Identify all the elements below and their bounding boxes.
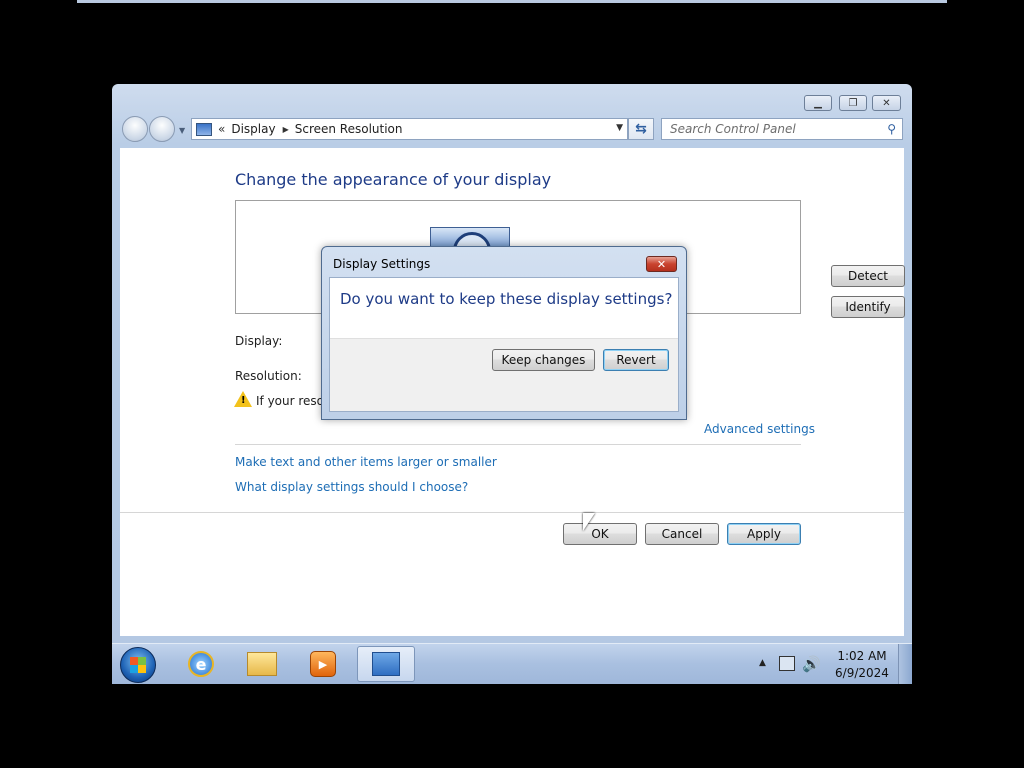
start-button[interactable]: [120, 647, 156, 683]
refresh-icon: ⇆: [635, 121, 647, 137]
resolution-label: Resolution:: [235, 369, 302, 383]
search-box[interactable]: ⚲: [661, 118, 903, 140]
windows-logo-icon: [130, 657, 146, 673]
clock-time[interactable]: 1:02 AM: [832, 649, 892, 663]
forward-button[interactable]: [149, 116, 175, 142]
display-label: Display:: [235, 334, 283, 348]
control-panel-icon: [372, 652, 400, 676]
display-settings-dialog: Display Settings ✕ Do you want to keep t…: [321, 246, 687, 420]
search-icon[interactable]: ⚲: [887, 122, 896, 136]
dialog-close-button[interactable]: ✕: [646, 256, 677, 272]
background-window-edge: [77, 0, 947, 3]
dialog-title: Display Settings: [333, 257, 431, 271]
identify-button[interactable]: Identify: [831, 296, 905, 318]
keep-changes-button[interactable]: Keep changes: [492, 349, 595, 371]
page-title: Change the appearance of your display: [235, 170, 552, 189]
revert-button[interactable]: Revert: [603, 349, 669, 371]
maximize-button[interactable]: ❐: [839, 95, 867, 111]
dialog-question: Do you want to keep these display settin…: [340, 290, 673, 308]
taskbar-internet-explorer[interactable]: e: [172, 646, 230, 682]
close-window-button[interactable]: ✕: [872, 95, 901, 111]
media-player-icon: ▶: [310, 651, 336, 677]
breadcrumb-screen-resolution[interactable]: Screen Resolution: [295, 122, 403, 136]
dialog-body: Do you want to keep these display settin…: [329, 277, 679, 412]
show-hidden-icons-icon[interactable]: ▲: [759, 658, 766, 668]
divider: [120, 512, 904, 513]
breadcrumb-arrow-icon[interactable]: ▶: [283, 125, 289, 134]
show-desktop-button[interactable]: [898, 644, 912, 684]
apply-button[interactable]: Apply: [727, 523, 801, 545]
minimize-icon: ▁: [814, 97, 822, 109]
breadcrumb-overflow-chevron[interactable]: «: [218, 122, 225, 136]
recent-pages-dropdown-icon[interactable]: ▼: [179, 126, 185, 135]
back-button[interactable]: [122, 116, 148, 142]
refresh-button[interactable]: ⇆: [628, 118, 654, 140]
clock-date[interactable]: 6/9/2024: [832, 666, 892, 680]
taskbar-windows-explorer[interactable]: [233, 646, 291, 682]
address-dropdown-icon[interactable]: ▼: [616, 123, 623, 133]
windows-explorer-icon: [247, 652, 277, 676]
taskbar: e ▶ ▲ 🔊 1:02 AM 6/9/2024: [112, 643, 912, 684]
search-input[interactable]: [668, 121, 882, 137]
network-icon[interactable]: [779, 656, 795, 671]
dialog-footer: [330, 381, 678, 411]
address-bar[interactable]: « Display ▶ Screen Resolution ▼: [191, 118, 628, 140]
minimize-button[interactable]: ▁: [804, 95, 832, 111]
cancel-button[interactable]: Cancel: [645, 523, 719, 545]
breadcrumb-display[interactable]: Display: [231, 122, 275, 136]
display-monitor-icon: [196, 122, 212, 136]
detect-button[interactable]: Detect: [831, 265, 905, 287]
monitor-1-icon[interactable]: [430, 227, 510, 247]
dialog-button-row: Keep changes Revert: [330, 338, 678, 382]
close-icon: ✕: [882, 97, 891, 109]
ok-button[interactable]: OK: [563, 523, 637, 545]
restore-icon: ❐: [848, 97, 858, 109]
close-icon: ✕: [656, 257, 667, 271]
taskbar-media-player[interactable]: ▶: [294, 646, 352, 682]
warning-text: If your resol: [256, 394, 326, 408]
warning-icon: !: [234, 391, 252, 407]
taskbar-control-panel[interactable]: [357, 646, 415, 682]
text-size-link[interactable]: Make text and other items larger or smal…: [235, 455, 497, 469]
volume-icon[interactable]: 🔊: [802, 655, 821, 673]
which-settings-link[interactable]: What display settings should I choose?: [235, 480, 468, 494]
mouse-cursor-icon: [583, 513, 595, 531]
divider: [235, 444, 801, 445]
internet-explorer-icon: e: [188, 651, 214, 677]
advanced-settings-link[interactable]: Advanced settings: [704, 422, 815, 436]
